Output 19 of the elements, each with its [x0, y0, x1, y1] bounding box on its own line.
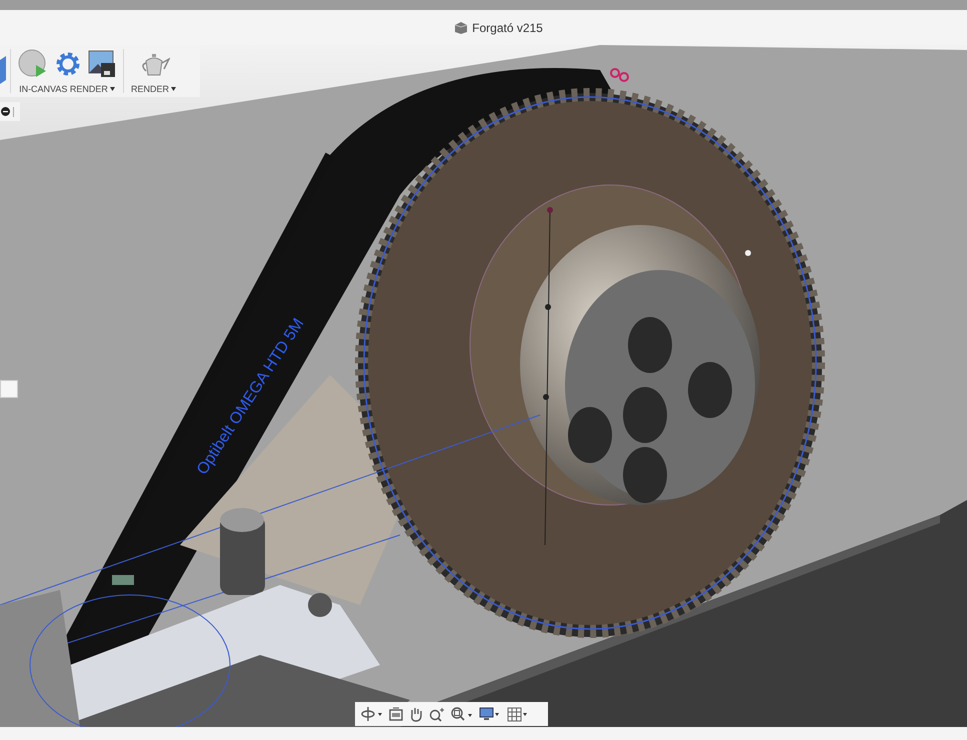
group-label[interactable]: IN-CANVAS RENDER [19, 82, 108, 96]
cube-icon [454, 20, 468, 34]
orbit-icon[interactable] [361, 706, 383, 722]
settings-icon[interactable] [54, 50, 82, 78]
render-play-icon[interactable] [18, 49, 48, 79]
minus-circle-icon[interactable] [1, 107, 10, 116]
panel-icon[interactable] [0, 56, 8, 86]
zoom-icon[interactable] [429, 706, 445, 722]
zoom-window-icon[interactable] [451, 706, 473, 722]
window-title: Forgató v215 [472, 20, 543, 36]
group-label[interactable]: RENDER [131, 82, 170, 96]
pan-hand-icon[interactable] [409, 706, 423, 722]
display-icon[interactable] [479, 706, 501, 722]
caret-icon[interactable] [110, 87, 115, 92]
caret-icon[interactable] [171, 87, 176, 92]
grid-icon[interactable] [507, 706, 529, 722]
look-at-icon[interactable] [389, 707, 403, 721]
save-image-icon[interactable] [88, 50, 116, 78]
sketch-marker [112, 575, 134, 585]
